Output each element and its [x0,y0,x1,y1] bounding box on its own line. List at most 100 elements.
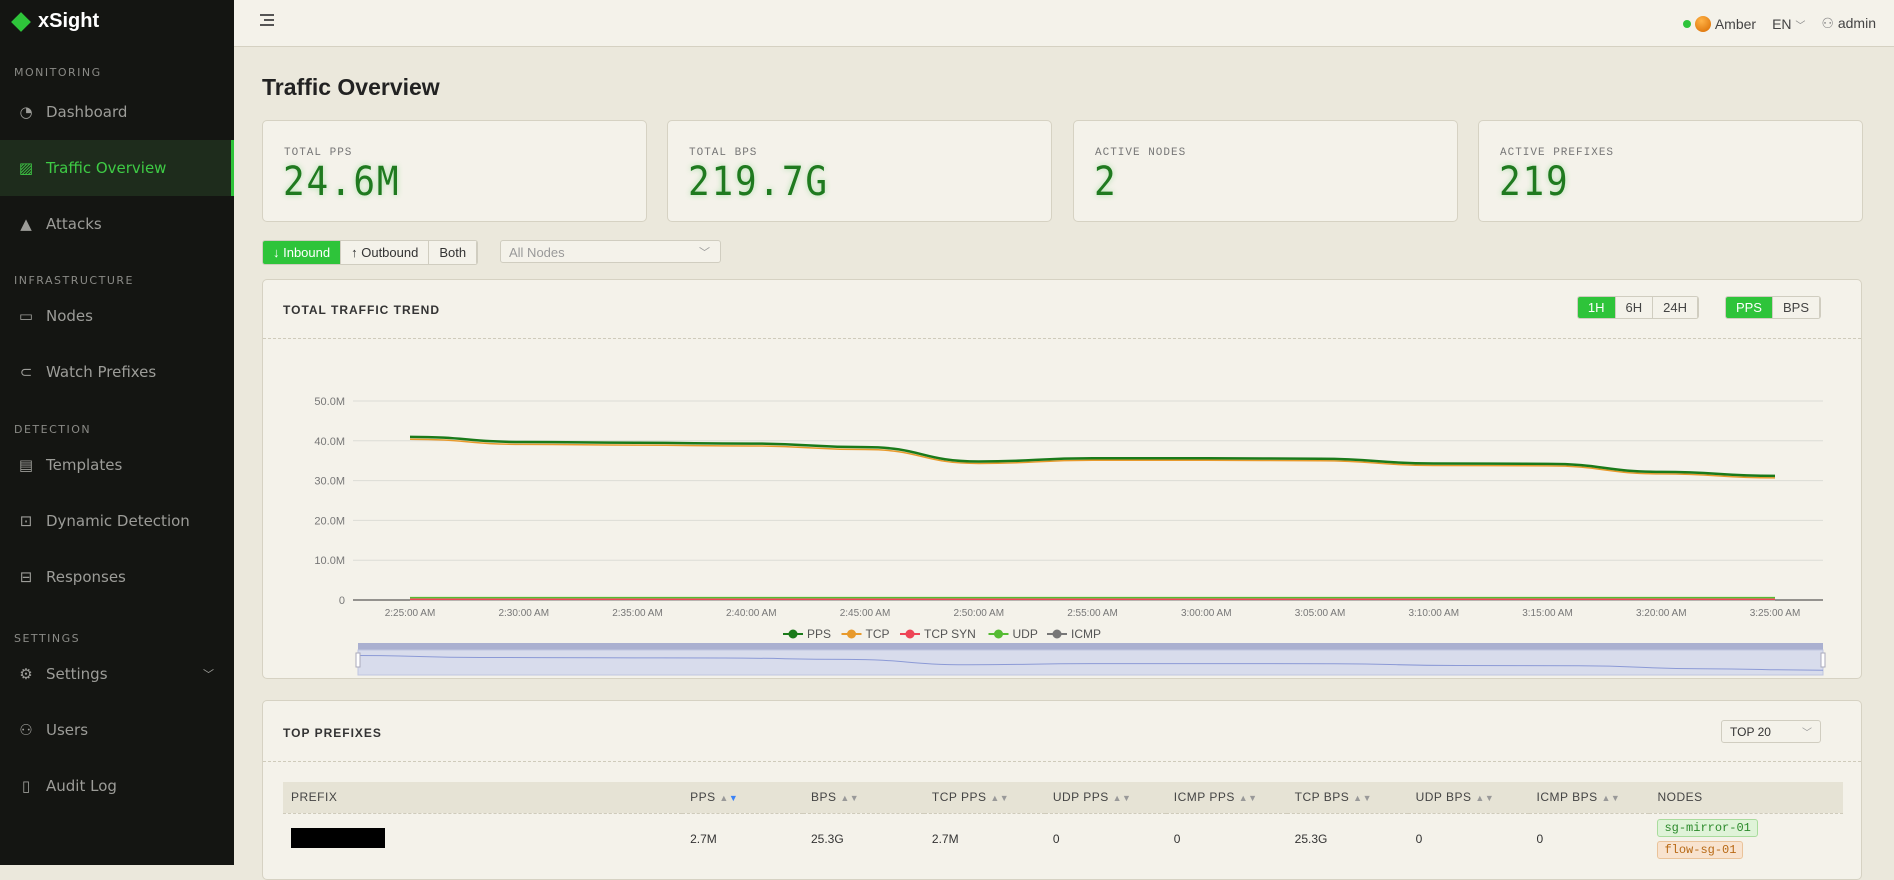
chevron-down-icon: ﹀ [699,247,710,259]
sidebar-item-watch-prefixes[interactable]: ⊂ Watch Prefixes [0,344,234,400]
stat-card: TOTAL PPS 24.6M [262,120,647,222]
sort-icon[interactable]: ▲▼ [719,793,738,803]
node-badge[interactable]: sg-mirror-01 [1657,819,1758,838]
column-header[interactable]: TCP PPS ▲▼ [923,782,1045,814]
sidebar-item-traffic-overview[interactable]: ▨ Traffic Overview [0,140,234,196]
column-header[interactable]: ICMP PPS ▲▼ [1165,782,1287,814]
x-tick-label: 2:35:00 AM [612,608,663,619]
language-select[interactable]: EN ﹀ [1772,16,1805,32]
stat-card: ACTIVE PREFIXES 219 [1478,120,1863,222]
logo-diamond-icon [11,11,31,32]
prefixes-title: TOP PREFIXES [283,726,382,740]
table-row[interactable]: 2.7M 25.3G 2.7M 0 0 25.3G 0 0 sg-mirror-01 flow-s… [283,813,1843,865]
user-icon: ⚇ [1821,15,1834,31]
x-tick-label: 3:20:00 AM [1636,608,1687,619]
column-label: BPS [810,790,837,805]
legend-item[interactable]: ICMP [1047,627,1101,641]
sidebar-item-label: Settings [46,665,108,683]
sidebar-item-label: Dynamic Detection [46,512,190,530]
x-tick-label: 3:10:00 AM [1408,608,1459,619]
prefix-cell [283,813,682,865]
stat-label: ACTIVE PREFIXES [1500,147,1615,159]
layers-icon: ▤ [18,456,34,474]
datazoom-slider[interactable] [357,649,1824,676]
dir-option[interactable]: ↓ Inbound [263,241,342,264]
legend-item[interactable]: UDP [988,627,1038,641]
sidebar-item-dashboard[interactable]: ◔ Dashboard [0,84,234,140]
sidebar-item-templates[interactable]: ▤ Templates [0,437,234,493]
sidebar-item-audit-log[interactable]: ▯ Audit Log [0,758,234,814]
sidebar-item-nodes[interactable]: ▭ Nodes [0,288,234,344]
dir-option[interactable]: Both [429,241,478,264]
nodes-cell: sg-mirror-01 flow-sg-01 [1649,813,1843,865]
menu-toggle-icon[interactable] [260,14,274,26]
bps-cell: 25.3G [810,832,844,847]
pps-cell: 2.7M [690,832,717,847]
legend-label: TCP SYN [924,627,976,641]
sidebar-item-users[interactable]: ⚇ Users [0,702,234,758]
chevron-down-icon: ﹀ [1802,728,1812,739]
stat-value: 219.7G [688,159,829,205]
sidebar-item-attacks[interactable]: ▲ Attacks [0,196,234,252]
sidebar-item-label: Nodes [46,307,93,325]
legend-item[interactable]: TCP [841,627,890,641]
sidebar-item-label: Dashboard [46,103,128,121]
node-filter-select[interactable]: All Nodes ﹀ [500,240,721,263]
sliders-icon: ⊟ [19,568,33,586]
theme-switch[interactable]: Amber [1682,15,1756,32]
column-header[interactable]: TCP BPS ▲▼ [1286,782,1408,814]
sort-icon[interactable]: ▲▼ [1602,793,1621,803]
column-header[interactable]: UDP BPS ▲▼ [1407,782,1529,814]
logo[interactable]: xSight [11,10,99,33]
sidebar-item-label: Templates [46,456,123,474]
traffic-trend-panel: TOTAL TRAFFIC TREND 1H 6H 24H PPS BPS 0 10.0… [262,279,1862,679]
column-header[interactable]: UDP PPS ▲▼ [1044,782,1166,814]
legend-marker-icon [847,629,856,639]
column-header: NODES [1649,782,1843,814]
warning-icon: ▲ [20,215,32,233]
sort-icon[interactable]: ▲▼ [840,793,859,803]
y-tick-label: 20.0M [314,515,345,527]
legend-item[interactable]: PPS [783,627,831,641]
node-badge[interactable]: flow-sg-01 [1657,841,1744,860]
user-menu[interactable]: ⚇ admin [1821,15,1876,32]
x-tick-label: 2:55:00 AM [1067,608,1118,619]
column-header[interactable]: PPS ▲▼ [682,782,803,814]
tcp_pps-cell: 2.7M [931,832,959,847]
legend-marker-icon [994,629,1003,639]
column-header[interactable]: BPS ▲▼ [802,782,924,814]
column-header[interactable]: ICMP BPS ▲▼ [1528,782,1650,814]
sort-icon[interactable]: ▲▼ [990,793,1009,803]
y-tick-label: 50.0M [314,396,345,408]
sidebar-item-responses[interactable]: ⊟ Responses [0,549,234,605]
y-tick-label: 0 [339,595,345,607]
sort-icon[interactable]: ▲▼ [1239,793,1258,803]
traffic-chart: 0 10.0M 20.0M 30.0M 40.0M 50.0M 2:25:00 AM 2:30… [314,396,1826,676]
icmp_bps-cell: 0 [1536,832,1544,847]
udp_bps-cell: 0 [1415,832,1423,847]
sort-icon[interactable]: ▲▼ [1113,793,1132,803]
gear-icon: ⚙ [19,665,33,683]
datazoom-handle-bar[interactable] [358,643,1823,650]
datazoom-right-handle[interactable] [1820,652,1826,668]
top-n-select[interactable]: TOP 20 ﹀ [1721,720,1821,743]
node-filter-placeholder: All Nodes [509,245,565,260]
legend-item[interactable]: TCP SYN [900,627,976,641]
sort-icon[interactable]: ▲▼ [1475,793,1494,803]
sidebar-section-title: DETECTION [14,423,92,436]
sidebar-item-label: Users [46,721,89,739]
x-tick-label: 2:25:00 AM [385,608,436,619]
sort-icon[interactable]: ▲▼ [1353,793,1372,803]
x-tick-label: 3:25:00 AM [1750,608,1801,619]
sidebar-item-label: Traffic Overview [46,159,167,177]
x-tick-label: 3:05:00 AM [1295,608,1346,619]
x-tick-label: 2:30:00 AM [498,608,549,619]
sidebar-item-settings[interactable]: ⚙ Settings ﹀ [0,646,234,702]
datazoom-left-handle[interactable] [355,652,361,668]
dir-option[interactable]: ↑ Outbound [341,241,430,264]
sidebar-item-dynamic-detection[interactable]: ⊡ Dynamic Detection [0,493,234,549]
file-icon: ▯ [21,777,31,795]
icmp_pps-cell: 0 [1173,832,1181,847]
legend-marker-icon [788,629,798,639]
legend-label: PPS [807,627,831,641]
